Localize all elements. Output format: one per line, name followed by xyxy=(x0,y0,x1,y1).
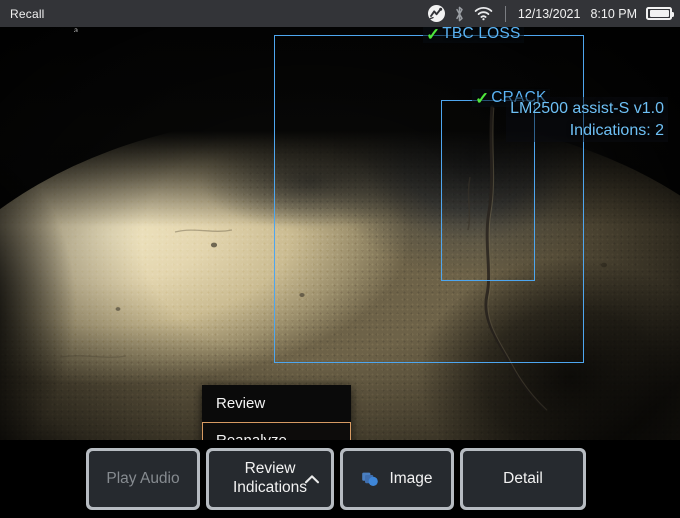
check-icon: ✓ xyxy=(475,90,489,107)
review-indications-line1: Review xyxy=(245,460,296,477)
status-bar-tray: 12/13/2021 8:10 PM xyxy=(428,5,672,23)
review-indications-line2: Indications xyxy=(233,479,307,496)
chevron-up-icon xyxy=(304,472,320,490)
review-indications-label: Review Indications xyxy=(233,460,307,498)
status-bar: Recall xyxy=(0,0,680,27)
assist-product-name: LM2500 assist-S v1.0 xyxy=(510,98,664,120)
bottom-button-bar: Play Audio Review Indications xyxy=(0,440,680,518)
detection-box-tbc-loss[interactable]: ✓ TBC LOSS xyxy=(274,35,584,363)
battery-full-icon xyxy=(646,7,672,20)
menu-item-review[interactable]: Review xyxy=(202,385,351,422)
app-root: Recall xyxy=(0,0,680,518)
assist-indications-count: Indications: 2 xyxy=(510,120,664,142)
recall-label[interactable]: Recall xyxy=(10,7,45,21)
activity-icon xyxy=(428,5,445,22)
status-date: 12/13/2021 xyxy=(518,7,581,21)
play-audio-button[interactable]: Play Audio xyxy=(86,448,200,510)
review-indications-button[interactable]: Review Indications xyxy=(206,448,334,510)
inspection-image-viewport[interactable]: ✓ TBC LOSS ✓ CRACK LM2500 assist-S v1.0 … xyxy=(0,27,680,440)
status-time: 8:10 PM xyxy=(590,7,637,21)
image-button[interactable]: Image xyxy=(340,448,454,510)
wifi-icon xyxy=(474,6,493,21)
bluetooth-icon xyxy=(454,5,465,23)
detection-label-text: TBC LOSS xyxy=(442,27,520,43)
assist-overlay: LM2500 assist-S v1.0 Indications: 2 xyxy=(506,97,668,142)
review-indications-popup-menu[interactable]: Review Reanalyze xyxy=(202,385,351,440)
play-audio-label: Play Audio xyxy=(89,451,197,507)
detail-button[interactable]: Detail xyxy=(460,448,586,510)
image-button-label: Image xyxy=(389,470,432,488)
detail-button-label: Detail xyxy=(463,451,583,507)
menu-item-reanalyze[interactable]: Reanalyze xyxy=(202,422,351,440)
layers-icon xyxy=(361,471,381,488)
detection-label-tbc-loss: ✓ TBC LOSS xyxy=(423,27,524,43)
status-divider xyxy=(505,6,506,22)
check-icon: ✓ xyxy=(426,27,440,43)
